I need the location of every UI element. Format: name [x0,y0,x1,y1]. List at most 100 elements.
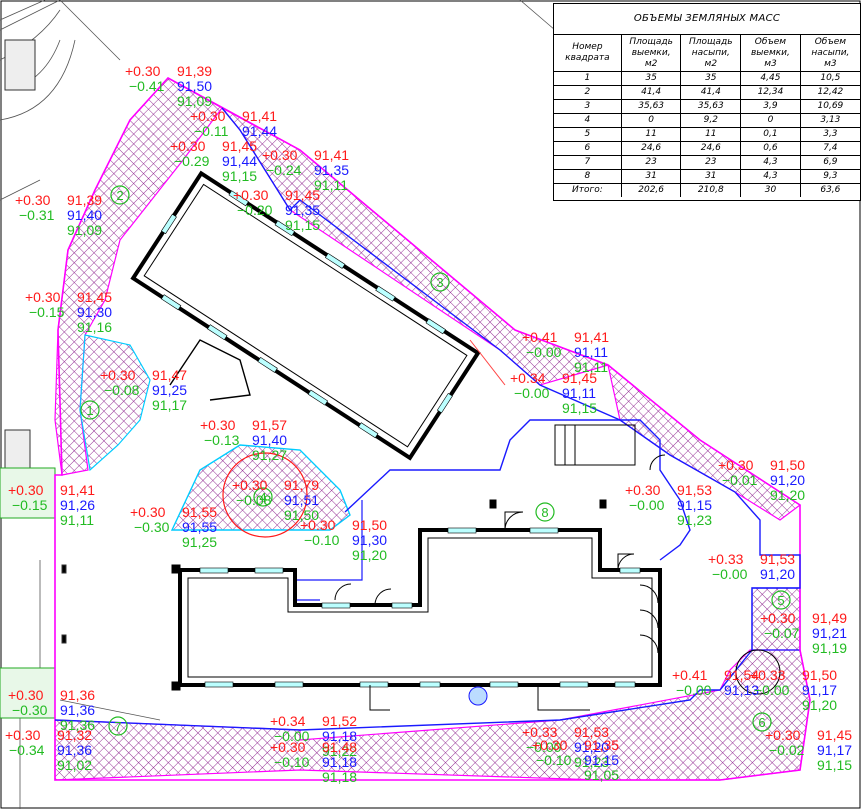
design-elevation: 91,45 [222,138,257,154]
cut-depth: −0.10 [274,754,310,770]
table-cell: 6,9 [799,155,860,170]
design-elevation: 91,53 [760,551,795,567]
design-elevation: 91,39 [67,192,102,208]
work-elevation: +0.30 [765,727,801,743]
existing-elevation: 91,20 [770,472,805,488]
table-cell: 9,2 [680,113,742,128]
table-cell: 4,3 [740,155,801,170]
table-cell: 41,4 [620,85,682,100]
cut-depth: −0.11 [194,123,229,139]
table-row: Итого: 202,6 210,8 30 63,6 [554,183,860,197]
cut-depth: −0.07 [764,625,800,641]
cut-depth: −0.10 [304,532,340,548]
table-cell: 6 [554,141,622,156]
elevation-mark: +0.30 91,4191,44 −0.11 [190,108,277,139]
table-cell: 35 [680,71,742,86]
design-elevation: 91,45 [285,187,320,203]
table-row: 3 35,63 35,63 3,9 10,69 [554,99,860,114]
cut-depth: −0.20 [237,202,273,218]
table-body: 1 35 35 4,45 10,5 2 41,4 41,4 12,34 12,42 3 35,63 35… [554,71,860,197]
existing-elevation: 91,15 [677,497,712,513]
work-elevation: +0.30 [270,739,306,755]
work-elevation: +0.30 [130,504,166,520]
finished-elevation: 91,20 [802,697,837,713]
existing-elevation: 91,55 [182,519,217,535]
existing-elevation: 91,26 [60,497,95,513]
table-cell: 1 [554,71,622,86]
table-cell: 7 [554,155,622,170]
existing-elevation: 91,35 [314,162,349,178]
finished-elevation: 91,16 [77,319,112,335]
design-elevation: 91,55 [182,504,217,520]
earthwork-table: ОБЪЕМЫ ЗЕМЛЯНЫХ МАСС Номер квадрата Площа… [553,3,861,201]
elevation-mark: +0.30 91,3991,40 −0.31 91,09 [15,192,102,238]
design-elevation: 91,79 [284,477,319,493]
work-elevation: +0.30 [5,727,41,743]
existing-elevation: 91,11 [574,344,608,360]
cut-depth: −0.01 [722,472,758,488]
elevation-mark: +0.33 91,5391,20 −0.00 [708,551,795,582]
finished-elevation: 91,25 [182,534,217,550]
cut-depth: −0.00 [514,385,550,401]
cut-depth: −0.00 [676,682,712,698]
table-cell: Итого: [554,183,622,197]
work-elevation: +0.30 [232,477,268,493]
table-cell: 8 [554,169,622,184]
design-elevation: 91,39 [177,63,212,79]
table-row: 8 31 31 4,3 9,3 [554,169,860,184]
existing-elevation: 91,36 [57,742,92,758]
table-grid: Номер квадрата Площадь выемки, м2 Площадь на… [554,35,860,197]
zone-number: 7 [114,719,121,734]
work-elevation: +0.34 [270,713,306,729]
cut-depth: −0.29 [174,153,210,169]
work-elevation: +0.30 [532,737,568,753]
finished-elevation: 91,11 [60,512,94,528]
cut-depth: −0.24 [266,162,302,178]
cut-depth: −0.10 [536,752,572,768]
cut-depth: −0.15 [29,304,65,320]
cut-depth: −0.08 [104,382,140,398]
finished-elevation: 91,23 [677,512,712,528]
zone-number: 2 [116,188,123,203]
work-elevation: +0.30 [233,187,269,203]
finished-elevation: 91,19 [812,640,847,656]
existing-elevation: 91,21 [812,625,847,641]
cut-depth: −0.15 [12,497,48,513]
existing-elevation: 91,15 [584,752,619,768]
cut-depth: −0.30 [134,519,170,535]
work-elevation: +0.30 [100,367,136,383]
cut-depth: −0.00 [754,682,790,698]
table-cell: 3,13 [799,113,860,128]
design-elevation: 91,50 [352,517,387,533]
table-cell: 35 [620,71,682,86]
header-cell: Номер квадрата [554,35,622,72]
table-cell: 0 [740,113,801,128]
zone-number: 1 [86,403,93,418]
existing-elevation: 91,25 [152,382,187,398]
table-cell: 23 [620,155,682,170]
finished-elevation: 91,18 [322,769,357,785]
table-row: 1 35 35 4,45 10,5 [554,71,860,86]
existing-elevation: 91,44 [242,123,277,139]
finished-elevation: 91,05 [584,767,619,783]
work-elevation: +0.34 [510,370,546,386]
work-elevation: +0.30 [8,482,44,498]
cut-depth: −0.31 [19,207,55,223]
finished-elevation: 91,09 [177,93,212,109]
work-elevation: +0.30 [200,417,236,433]
design-elevation: 91,41 [60,482,95,498]
existing-elevation: 91,36 [60,702,95,718]
table-row: 7 23 23 4,3 6,9 [554,155,860,170]
existing-elevation: 91,18 [322,754,357,770]
table-cell: 7,4 [799,141,860,156]
design-elevation: 91,41 [242,108,277,124]
work-elevation: +0.30 [25,289,61,305]
elevation-mark: +0.30 91,4591,44 −0.29 91,15 [170,138,257,184]
table-row: 6 24,6 24,6 0,6 7,4 [554,141,860,156]
table-cell: 10,69 [799,99,860,114]
cut-depth: −0.30 [12,702,48,718]
design-elevation: 91,50 [770,457,805,473]
table-cell: 35,63 [620,99,682,114]
design-elevation: 91,57 [252,417,287,433]
design-elevation: 91,45 [562,370,597,386]
